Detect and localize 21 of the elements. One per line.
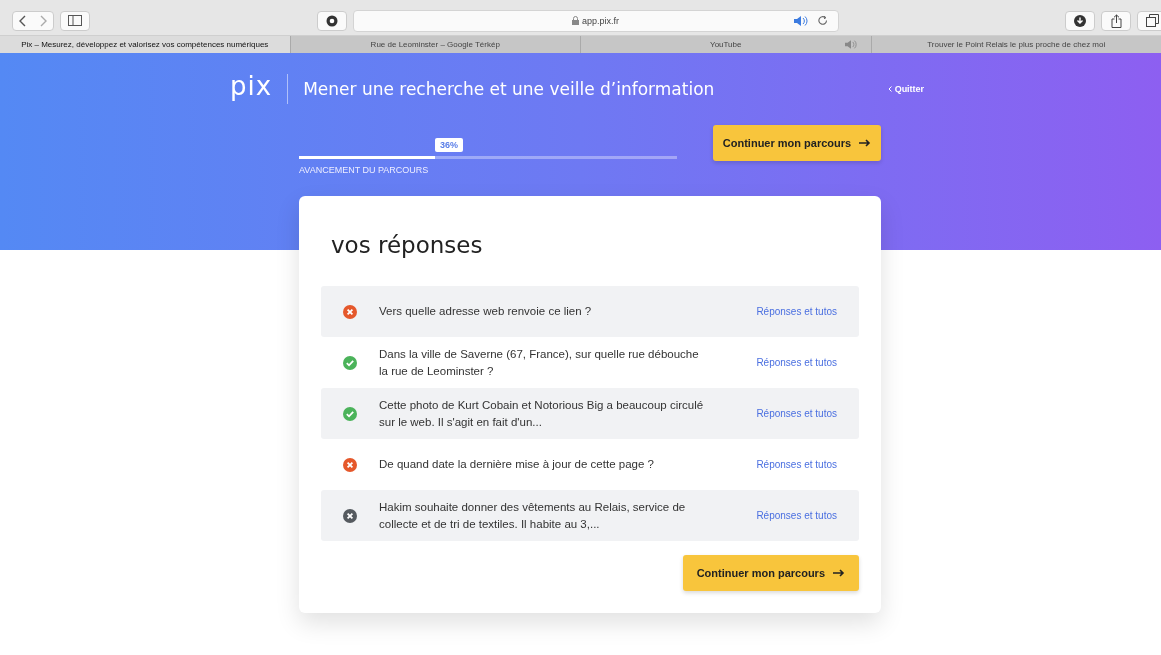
progress-label: AVANCEMENT DU PARCOURS bbox=[299, 165, 430, 175]
question-text: Vers quelle adresse web renvoie ce lien ? bbox=[379, 304, 593, 319]
answers-title: vos réponses bbox=[331, 232, 484, 260]
url-text: app.pix.fr bbox=[582, 15, 619, 26]
question-text: Hakim souhaite donner des vêtements au Relais, service de collecte et de tri de textiles. Il habite au 3,... bbox=[379, 499, 687, 532]
continue-button[interactable]: Continuer mon parcours bbox=[713, 125, 881, 161]
progress-badge: 36% bbox=[435, 138, 464, 152]
answers-link[interactable]: Réponses et tutos bbox=[756, 408, 837, 419]
course-title: Mener une recherche et une veille d’information bbox=[303, 79, 716, 99]
question-text: Dans la ville de Saverne (67, France), sur quelle rue débouche la rue de Leominster ? bbox=[379, 346, 700, 379]
pix-logo[interactable]: pix bbox=[230, 71, 273, 101]
question-text: De quand date la dernière mise à jour de cette page ? bbox=[379, 457, 655, 472]
browser-tab[interactable]: Pix – Mesurez, développez et valorisez vos compétences numériques bbox=[0, 36, 290, 53]
question-text: Cette photo de Kurt Cobain et Notorious Big a beaucoup circulé sur le web. Il s'agit en fait d'un... bbox=[379, 397, 704, 430]
answers-link[interactable]: Réponses et tutos bbox=[756, 510, 837, 521]
answers-link[interactable]: Réponses et tutos bbox=[756, 306, 837, 317]
answers-link[interactable]: Réponses et tutos bbox=[756, 459, 837, 470]
address-bar[interactable]: app.pix.fr bbox=[352, 9, 839, 32]
answers-link[interactable]: Réponses et tutos bbox=[756, 357, 837, 368]
continue-button[interactable]: Continuer mon parcours bbox=[682, 555, 859, 591]
quit-link[interactable]: Quitter bbox=[888, 84, 925, 94]
